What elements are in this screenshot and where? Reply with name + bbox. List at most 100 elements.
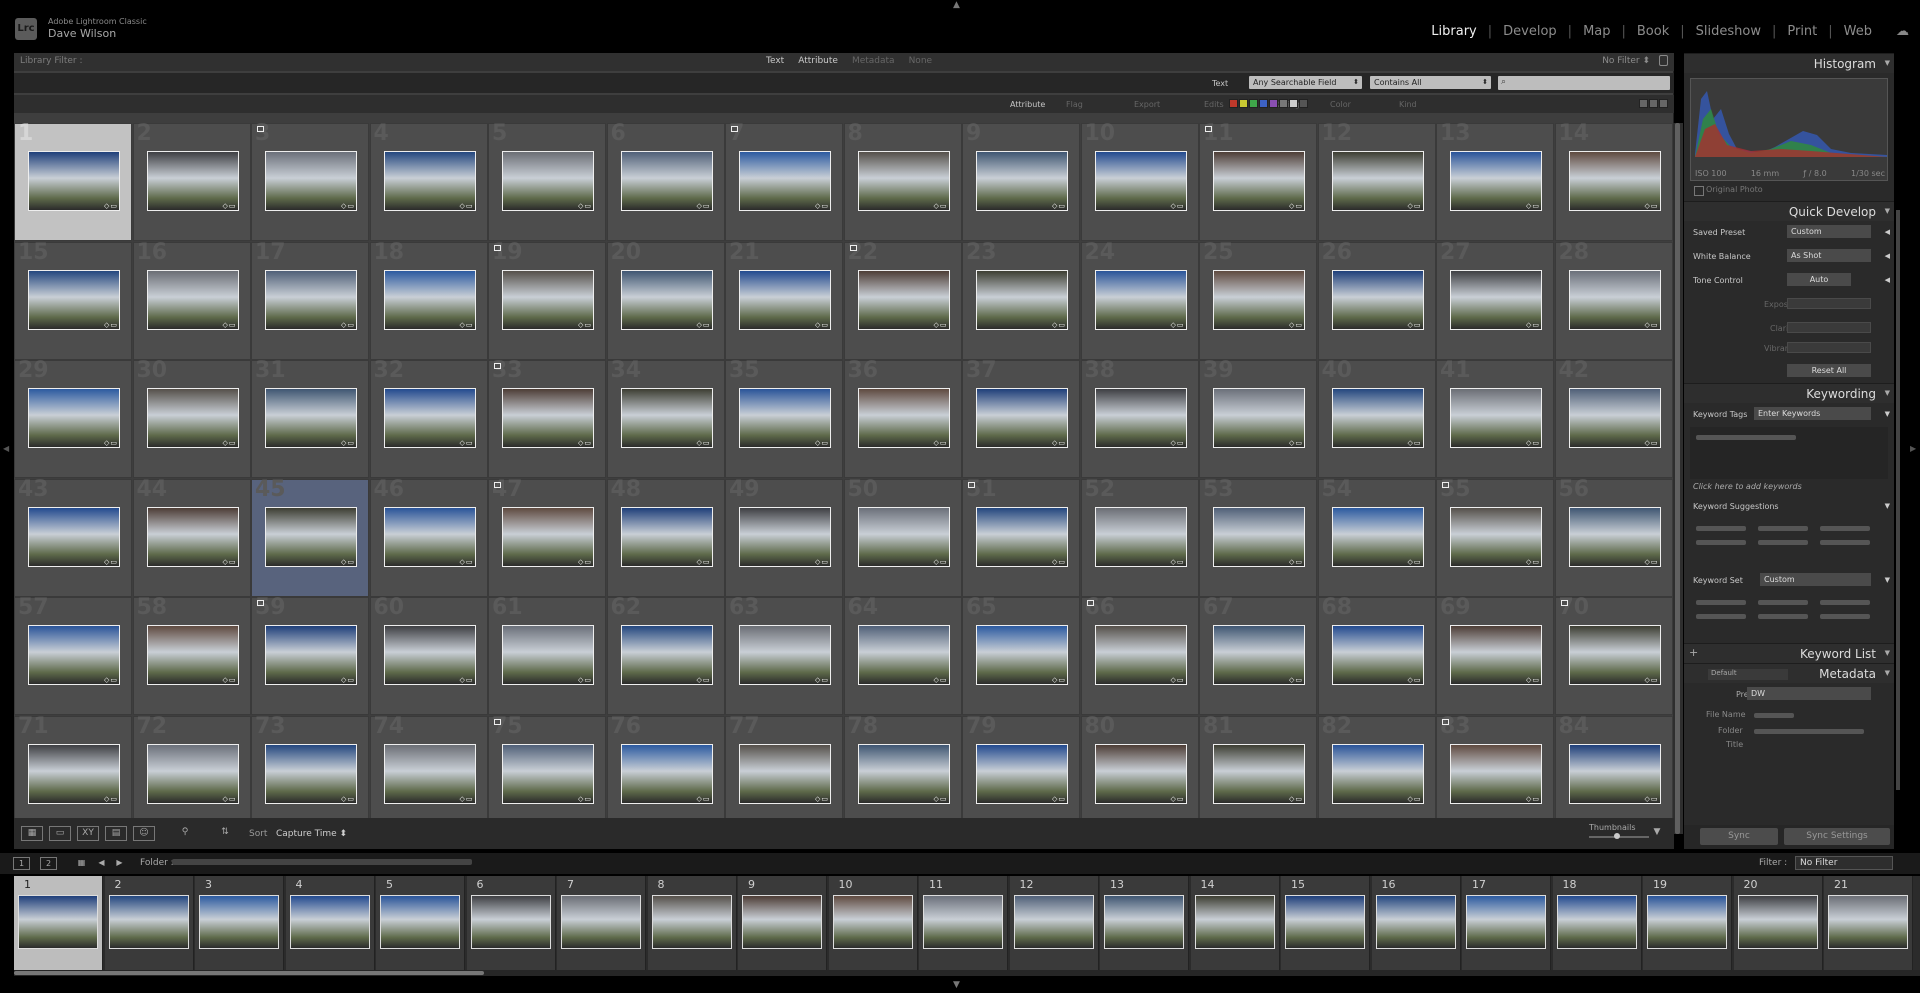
keyword-set-chevron-icon[interactable]: ▼ bbox=[1885, 576, 1890, 584]
module-print[interactable]: Print bbox=[1787, 24, 1817, 39]
filmstrip-thumbnail[interactable] bbox=[289, 895, 370, 949]
collapse-bottom-arrow-icon[interactable]: ▼ bbox=[953, 980, 960, 990]
flag-icon[interactable] bbox=[1205, 126, 1212, 132]
grid-cell[interactable]: 25 ◇▭ bbox=[1199, 240, 1317, 360]
spray-can-icon[interactable]: ⚲ bbox=[174, 826, 196, 841]
grid-cell[interactable]: 18 ◇▭ bbox=[369, 240, 488, 360]
grid-cell[interactable]: 62 ◇▭ bbox=[606, 596, 725, 715]
grid-icon[interactable]: ▦ bbox=[73, 857, 90, 870]
collapse-top-arrow-icon[interactable]: ▲ bbox=[953, 0, 960, 10]
searchable-field-dropdown[interactable]: Any Searchable Field bbox=[1249, 76, 1362, 89]
filmstrip-cell[interactable]: 18 bbox=[1552, 876, 1642, 970]
metadata-preset-dropdown[interactable]: Default bbox=[1708, 669, 1788, 680]
grid-cell[interactable]: 45 ◇▭ bbox=[251, 477, 369, 597]
filmstrip-filter-dropdown[interactable]: No Filter bbox=[1795, 856, 1893, 870]
white-balance-dropdown[interactable]: As Shot bbox=[1787, 249, 1871, 262]
grid-cell[interactable]: 67 ◇▭ bbox=[1199, 596, 1317, 715]
grid-cell[interactable]: 58 ◇▭ bbox=[132, 596, 251, 715]
filter-tab-metadata[interactable]: Metadata bbox=[852, 56, 895, 66]
sort-direction-icon[interactable]: ⇅ bbox=[214, 826, 236, 841]
toolbar-menu-chevron-icon[interactable]: ▼ bbox=[1646, 826, 1668, 841]
filmstrip-cell[interactable]: 15 bbox=[1281, 876, 1370, 970]
grid-cell[interactable]: 14 ◇▭ bbox=[1554, 122, 1673, 241]
grid-cell[interactable]: 23 ◇▭ bbox=[962, 240, 1080, 360]
color-label-swatch[interactable] bbox=[1289, 99, 1298, 108]
grid-cell[interactable]: 20 ◇▭ bbox=[606, 240, 725, 360]
filter-tab-text[interactable]: Text bbox=[766, 56, 784, 66]
grid-cell[interactable]: 79 ◇▭ bbox=[962, 714, 1080, 834]
disclosure-triangle-icon[interactable]: ◀ bbox=[1885, 276, 1890, 284]
rule-dropdown[interactable]: Contains All bbox=[1370, 76, 1491, 89]
right-panel-arrow-icon[interactable]: ▶ bbox=[1910, 444, 1916, 453]
metadata-header[interactable]: Default Metadata bbox=[1684, 663, 1894, 683]
grid-cell[interactable]: 53 ◇▭ bbox=[1199, 477, 1317, 597]
grid-cell[interactable]: 3 ◇▭ bbox=[251, 122, 369, 241]
grid-cell[interactable]: 70 ◇▭ bbox=[1554, 596, 1673, 715]
filmstrip-thumbnail[interactable] bbox=[1828, 895, 1908, 949]
grid-cell[interactable]: 42 ◇▭ bbox=[1554, 359, 1673, 478]
grid-cell[interactable]: 39 ◇▭ bbox=[1199, 359, 1317, 478]
color-label-swatch[interactable] bbox=[1259, 99, 1268, 108]
grid-cell[interactable]: 60 ◇▭ bbox=[369, 596, 488, 715]
grid-cell[interactable]: 13 ◇▭ bbox=[1436, 122, 1554, 241]
grid-cell[interactable]: 6 ◇▭ bbox=[606, 122, 725, 241]
filmstrip-thumbnail[interactable] bbox=[1013, 895, 1094, 949]
grid-cell[interactable]: 83 ◇▭ bbox=[1436, 714, 1554, 834]
grid-cell[interactable]: 75 ◇▭ bbox=[488, 714, 606, 834]
filmstrip-cell[interactable]: 9 bbox=[738, 876, 827, 970]
grid-cell[interactable]: 77 ◇▭ bbox=[725, 714, 843, 834]
grid-cell[interactable]: 82 ◇▭ bbox=[1317, 714, 1436, 834]
compare-view-icon[interactable]: XY bbox=[77, 826, 99, 841]
attr-color[interactable]: Color bbox=[1330, 100, 1351, 109]
saved-preset-dropdown[interactable]: Custom bbox=[1787, 225, 1871, 238]
module-develop[interactable]: Develop bbox=[1503, 24, 1557, 39]
color-label-swatch[interactable] bbox=[1299, 99, 1308, 108]
add-keywords-hint[interactable]: Click here to add keywords bbox=[1684, 479, 1894, 495]
filter-preset-dropdown[interactable]: No Filter ⬍ bbox=[1602, 56, 1650, 66]
module-map[interactable]: Map bbox=[1583, 24, 1610, 39]
grid-cell[interactable]: 15 ◇▭ bbox=[14, 240, 132, 360]
flag-icon[interactable] bbox=[849, 244, 857, 251]
filmstrip-cell[interactable]: 20 bbox=[1733, 876, 1823, 970]
color-label-swatch[interactable] bbox=[1269, 99, 1278, 108]
filmstrip-cell[interactable]: 21 bbox=[1824, 876, 1913, 970]
flag-icon[interactable] bbox=[968, 481, 975, 488]
grid-cell[interactable]: 7 ◇▭ bbox=[725, 122, 843, 241]
flag-icon[interactable] bbox=[257, 126, 264, 132]
grid-cell[interactable]: 27 ◇▭ bbox=[1436, 240, 1554, 360]
filmstrip-cell[interactable]: 3 bbox=[195, 876, 284, 970]
module-web[interactable]: Web bbox=[1844, 24, 1872, 39]
filmstrip-cell[interactable]: 19 bbox=[1643, 876, 1732, 970]
vibrance-buttons[interactable] bbox=[1787, 342, 1871, 353]
grid-cell[interactable]: 41 ◇▭ bbox=[1436, 359, 1554, 478]
filmstrip-thumbnail[interactable] bbox=[651, 895, 732, 949]
sync-button[interactable]: Sync bbox=[1700, 828, 1778, 845]
filmstrip-cell[interactable]: 8 bbox=[647, 876, 737, 970]
filmstrip-thumbnail[interactable] bbox=[1285, 895, 1365, 949]
filmstrip-thumbnail[interactable] bbox=[199, 895, 279, 949]
people-view-icon[interactable]: ☺ bbox=[133, 826, 155, 841]
filmstrip-cell[interactable]: 7 bbox=[557, 876, 646, 970]
grid-cell[interactable]: 63 ◇▭ bbox=[725, 596, 843, 715]
filmstrip-cell[interactable]: 4 bbox=[285, 876, 375, 970]
filmstrip-thumbnail[interactable] bbox=[18, 895, 98, 949]
flag-icon[interactable] bbox=[731, 126, 738, 132]
grid-cell[interactable]: 71 ◇▭ bbox=[14, 714, 132, 834]
color-label-swatch[interactable] bbox=[1249, 99, 1258, 108]
grid-scrollbar[interactable] bbox=[1673, 123, 1683, 834]
grid-cell[interactable]: 55 ◇▭ bbox=[1436, 477, 1554, 597]
filmstrip-thumbnail[interactable] bbox=[832, 895, 913, 949]
grid-cell[interactable]: 31 ◇▭ bbox=[251, 359, 369, 478]
grid-cell[interactable]: 36 ◇▭ bbox=[843, 359, 962, 478]
grid-cell[interactable]: 46 ◇▭ bbox=[369, 477, 488, 597]
filmstrip-cell[interactable]: 10 bbox=[828, 876, 918, 970]
grid-cell[interactable]: 26 ◇▭ bbox=[1317, 240, 1436, 360]
lock-icon[interactable] bbox=[1659, 55, 1668, 66]
loupe-view-icon[interactable]: ▭ bbox=[49, 826, 71, 841]
keywording-header[interactable]: Keywording bbox=[1684, 383, 1894, 403]
filmstrip-scrollbar[interactable] bbox=[14, 970, 1920, 976]
flag-icon[interactable] bbox=[1442, 481, 1449, 488]
grid-cell[interactable]: 78 ◇▭ bbox=[843, 714, 962, 834]
grid-cell[interactable]: 84 ◇▭ bbox=[1554, 714, 1673, 834]
kind-virtual-icon[interactable] bbox=[1649, 99, 1658, 108]
